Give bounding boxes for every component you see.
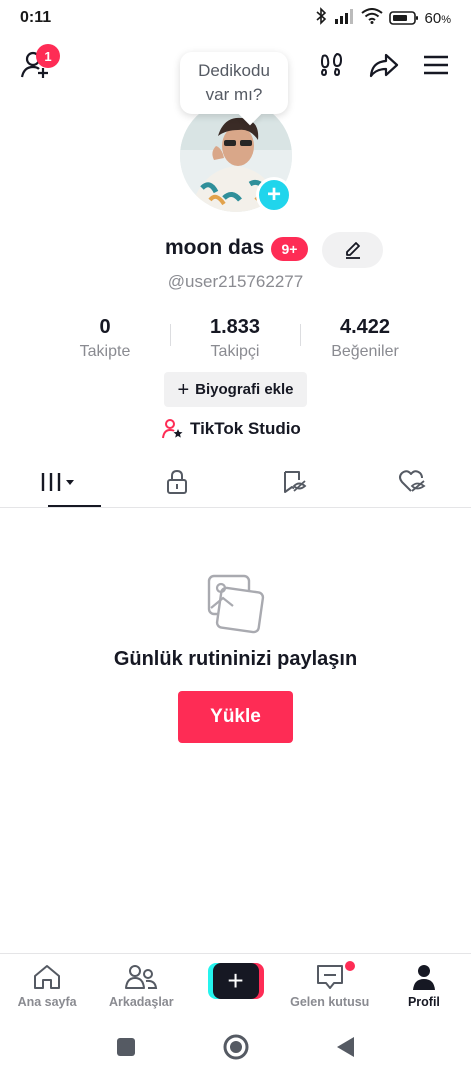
nav-create[interactable]: + xyxy=(188,954,282,1019)
profile-stats: 0 Takipte 1.833 Takipçi 4.422 Beğeniler xyxy=(40,316,430,364)
empty-state-title: Günlük rutininizi paylaşın xyxy=(113,648,358,670)
circle-icon xyxy=(223,1034,248,1060)
stat-label: Beğeniler xyxy=(331,343,399,360)
plus-icon: + xyxy=(177,378,190,401)
home-icon xyxy=(34,965,61,989)
name-row: moon das 9+ xyxy=(0,232,471,268)
nav-label: Gelen kutusu xyxy=(290,995,370,1009)
add-bio-label: Biyografi ekle xyxy=(195,381,294,398)
footprints-button[interactable] xyxy=(315,48,349,82)
nav-home[interactable]: Ana sayfa xyxy=(0,954,94,1019)
status-time: 0:11 xyxy=(20,9,52,26)
plus-icon: + xyxy=(266,181,281,208)
stat-value: 0 xyxy=(99,316,111,338)
share-icon xyxy=(369,53,399,78)
profile-icon xyxy=(412,965,435,990)
tab-private[interactable] xyxy=(118,456,236,507)
display-name: moon das xyxy=(165,236,265,259)
bluetooth-icon xyxy=(315,6,327,30)
inbox-icon xyxy=(316,965,343,989)
profile-tabs xyxy=(0,456,471,508)
hamburger-menu-icon xyxy=(424,55,448,75)
edit-profile-button[interactable] xyxy=(322,232,383,268)
tab-saved[interactable] xyxy=(236,456,354,507)
wifi-icon xyxy=(360,7,383,29)
signal-icon xyxy=(333,8,355,29)
username: @user215762277 xyxy=(167,272,304,291)
notification-badge[interactable]: 9+ xyxy=(271,237,308,261)
nav-inbox[interactable]: Gelen kutusu xyxy=(283,954,377,1019)
stat-following[interactable]: 0 Takipte xyxy=(40,316,170,364)
battery-icon xyxy=(388,10,419,26)
back-triangle-icon xyxy=(336,1037,354,1057)
create-plus-icon: + xyxy=(207,963,264,999)
stat-label: Takipçi xyxy=(210,343,260,360)
system-navigation xyxy=(0,1019,471,1080)
bubble-line-1: Dedikodu xyxy=(198,61,270,80)
square-icon xyxy=(116,1038,135,1056)
stat-likes[interactable]: 4.422 Beğeniler xyxy=(300,316,430,364)
stat-value: 4.422 xyxy=(339,316,391,338)
liked-heart-icon xyxy=(399,469,426,492)
videos-grid-icon xyxy=(41,472,74,491)
pencil-icon xyxy=(345,242,360,259)
nav-label: Profil xyxy=(407,995,440,1009)
menu-button[interactable] xyxy=(419,48,453,82)
friend-requests-badge: 1 xyxy=(36,44,60,68)
battery-level: 60% xyxy=(425,10,451,27)
inbox-unread-dot xyxy=(344,961,355,971)
add-bio-button[interactable]: + Biyografi ekle xyxy=(164,372,307,407)
status-bar: 0:11 60% xyxy=(0,0,471,36)
status-icons: 60% xyxy=(315,6,451,30)
recent-apps-button[interactable] xyxy=(116,1037,136,1062)
footprints-icon xyxy=(320,52,343,77)
stat-label: Takipte xyxy=(79,343,131,360)
top-actions xyxy=(315,48,453,82)
nav-profile[interactable]: Profil xyxy=(377,954,471,1019)
nav-friends[interactable]: Arkadaşlar xyxy=(94,954,188,1019)
share-button[interactable] xyxy=(367,48,401,82)
bookmark-icon xyxy=(284,470,307,493)
bubble-line-2: var mı? xyxy=(205,85,263,104)
tiktok-studio-link[interactable]: TikTok Studio xyxy=(162,418,301,440)
stat-followers[interactable]: 1.833 Takipçi xyxy=(170,316,300,364)
add-friends-button[interactable]: 1 xyxy=(16,44,60,86)
tab-liked[interactable] xyxy=(353,456,471,507)
bottom-navigation: Ana sayfa Arkadaşlar + Gelen kutusu Prof… xyxy=(0,953,471,1019)
back-button[interactable] xyxy=(336,1036,356,1063)
battery-unit: % xyxy=(441,13,451,26)
upload-button[interactable]: Yükle xyxy=(178,691,293,743)
nav-label: Ana sayfa xyxy=(17,995,77,1009)
friends-icon xyxy=(125,965,158,989)
nav-label: Arkadaşlar xyxy=(108,995,174,1009)
status-prompt-bubble[interactable]: Dedikodu var mı? xyxy=(180,52,288,114)
stat-value: 1.833 xyxy=(209,316,261,338)
lock-icon xyxy=(166,469,187,494)
add-story-button[interactable]: + xyxy=(256,177,292,213)
tab-videos[interactable] xyxy=(0,456,118,507)
creator-star-icon xyxy=(162,419,183,439)
battery-percent: 60 xyxy=(424,9,442,27)
studio-label: TikTok Studio xyxy=(190,419,301,438)
home-system-button[interactable] xyxy=(222,1033,250,1066)
photo-placeholder-icon xyxy=(205,572,265,639)
